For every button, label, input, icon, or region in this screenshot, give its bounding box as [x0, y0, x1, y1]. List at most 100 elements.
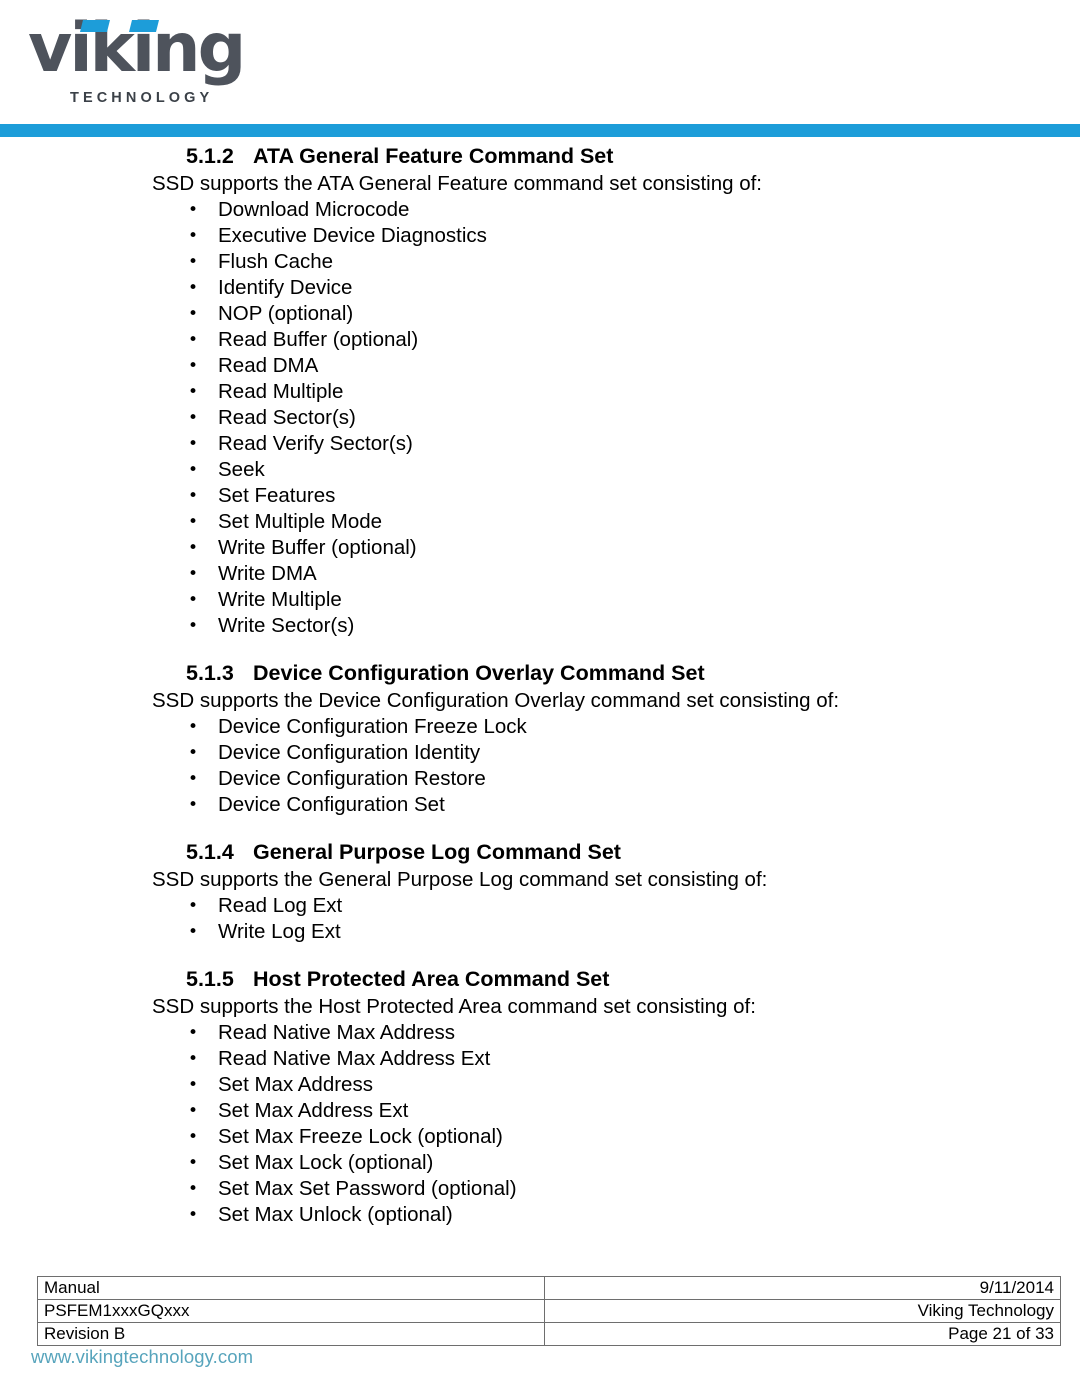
- bullet-icon: •: [188, 590, 199, 610]
- section-5.1.5: 5.1.5 Host Protected Area Command Set SSD …: [0, 945, 1080, 1228]
- command-list: • Device Configuration Freeze Lock • Device…: [0, 714, 1080, 818]
- list-item: • Set Max Set Password (optional): [0, 1176, 1080, 1202]
- bullet-icon: •: [188, 1179, 199, 1199]
- list-item: • Set Max Freeze Lock (optional): [0, 1124, 1080, 1150]
- bullet-icon: •: [188, 795, 199, 815]
- footer-table: Manual 9/11/2014 PSFEM1xxxGQxxx Viking Tech…: [37, 1276, 1061, 1346]
- list-item: • Write DMA: [0, 561, 1080, 587]
- list-item: • Set Max Unlock (optional): [0, 1202, 1080, 1228]
- header-accent-bar: [0, 124, 1080, 137]
- list-item: • Device Configuration Freeze Lock: [0, 714, 1080, 740]
- list-item: • Set Max Lock (optional): [0, 1150, 1080, 1176]
- list-item-label: Read Native Max Address: [218, 1021, 456, 1044]
- list-item-label: Device Configuration Set: [218, 793, 445, 816]
- bullet-icon: •: [188, 512, 199, 532]
- bullet-icon: •: [188, 1101, 199, 1121]
- section-5.1.2: 5.1.2 ATA General Feature Command Set SSD …: [0, 141, 1080, 639]
- bullet-icon: •: [188, 743, 199, 763]
- command-list: • Read Log Ext • Write Log Ext: [0, 893, 1080, 945]
- list-item-label: Set Max Lock (optional): [218, 1151, 434, 1174]
- logo-tagline: TECHNOLOGY: [70, 90, 214, 106]
- list-item-label: Write Buffer (optional): [218, 536, 417, 559]
- logo-accent-flag-k-icon: [129, 20, 159, 32]
- document-body: 5.1.2 ATA General Feature Command Set SSD …: [0, 141, 1080, 1228]
- list-item: • Set Max Address: [0, 1072, 1080, 1098]
- list-item: • Device Configuration Identity: [0, 740, 1080, 766]
- list-item-label: Set Max Freeze Lock (optional): [218, 1125, 503, 1148]
- list-item: • Write Multiple: [0, 587, 1080, 613]
- section-heading: 5.1.3 Device Configuration Overlay Comman…: [0, 658, 1080, 688]
- footer-cell-right: Page 21 of 33: [544, 1322, 1061, 1346]
- footer-row: Manual 9/11/2014: [37, 1276, 1061, 1300]
- section-intro-text: SSD supports the Device Configuration Ov…: [152, 689, 840, 712]
- list-item: • Read Native Max Address: [0, 1020, 1080, 1046]
- list-item-label: Download Microcode: [218, 198, 410, 221]
- list-item-label: Set Max Set Password (optional): [218, 1177, 517, 1200]
- section-intro-text: SSD supports the Host Protected Area com…: [152, 995, 756, 1018]
- bullet-icon: •: [188, 252, 199, 272]
- footer-row: PSFEM1xxxGQxxx Viking Technology: [37, 1299, 1061, 1323]
- bullet-icon: •: [188, 408, 199, 428]
- list-item: • Set Multiple Mode: [0, 509, 1080, 535]
- bullet-icon: •: [188, 564, 199, 584]
- bullet-icon: •: [188, 304, 199, 324]
- footer-cell-right: Viking Technology: [544, 1299, 1061, 1323]
- list-item: • Read Log Ext: [0, 893, 1080, 919]
- command-list: • Download Microcode • Executive Device Dia…: [0, 197, 1080, 639]
- bullet-icon: •: [188, 1075, 199, 1095]
- footer-table-body: Manual 9/11/2014 PSFEM1xxxGQxxx Viking Tech…: [37, 1276, 1061, 1346]
- list-item-label: Seek: [218, 458, 265, 481]
- list-item-label: Set Max Address Ext: [218, 1099, 409, 1122]
- bullet-icon: •: [188, 434, 199, 454]
- list-item-label: Read Sector(s): [218, 406, 356, 429]
- list-item-label: Set Features: [218, 484, 336, 507]
- bullet-icon: •: [188, 616, 199, 636]
- section-number: 5.1.2: [186, 144, 234, 168]
- document-page: viking TECHNOLOGY 5.1.2 ATA General Featu…: [0, 0, 1080, 1397]
- list-item-label: Identify Device: [218, 276, 353, 299]
- bullet-icon: •: [188, 1127, 199, 1147]
- list-item-label: Device Configuration Freeze Lock: [218, 715, 527, 738]
- bullet-icon: •: [188, 922, 199, 942]
- section-5.1.4: 5.1.4 General Purpose Log Command Set SSD …: [0, 818, 1080, 945]
- section-number: 5.1.3: [186, 661, 234, 685]
- bullet-icon: •: [188, 1049, 199, 1069]
- command-list: • Read Native Max Address • Read Native Max…: [0, 1020, 1080, 1228]
- list-item-label: Read Native Max Address Ext: [218, 1047, 491, 1070]
- bullet-icon: •: [188, 896, 199, 916]
- footer-cell-left: Revision B: [37, 1322, 545, 1346]
- bullet-icon: •: [188, 226, 199, 246]
- bullet-icon: •: [188, 769, 199, 789]
- list-item-label: Flush Cache: [218, 250, 334, 273]
- list-item: • Read DMA: [0, 353, 1080, 379]
- section-intro-text: SSD supports the ATA General Feature com…: [152, 172, 762, 195]
- list-item-label: Write Multiple: [218, 588, 342, 611]
- list-item-label: Set Max Address: [218, 1073, 373, 1096]
- list-item: • Identify Device: [0, 275, 1080, 301]
- page-footer: Manual 9/11/2014 PSFEM1xxxGQxxx Viking Tech…: [37, 1276, 1061, 1346]
- footer-cell-right: 9/11/2014: [544, 1276, 1061, 1300]
- list-item-label: Write DMA: [218, 562, 317, 585]
- list-item: • Set Features: [0, 483, 1080, 509]
- list-item: • NOP (optional): [0, 301, 1080, 327]
- section-title: General Purpose Log Command Set: [253, 840, 621, 864]
- bullet-icon: •: [188, 382, 199, 402]
- list-item-label: Device Configuration Identity: [218, 741, 481, 764]
- footer-cell-left: PSFEM1xxxGQxxx: [37, 1299, 545, 1323]
- list-item: • Seek: [0, 457, 1080, 483]
- list-item-label: Read Buffer (optional): [218, 328, 419, 351]
- list-item: • Read Sector(s): [0, 405, 1080, 431]
- list-item: • Write Sector(s): [0, 613, 1080, 639]
- list-item: • Device Configuration Restore: [0, 766, 1080, 792]
- list-item: • Flush Cache: [0, 249, 1080, 275]
- section-title: Host Protected Area Command Set: [253, 967, 610, 991]
- bullet-icon: •: [188, 1023, 199, 1043]
- list-item: • Download Microcode: [0, 197, 1080, 223]
- section-5.1.3: 5.1.3 Device Configuration Overlay Comman…: [0, 639, 1080, 818]
- website-url[interactable]: www.vikingtechnology.com: [31, 1346, 253, 1368]
- bullet-icon: •: [188, 460, 199, 480]
- section-intro-text: SSD supports the General Purpose Log com…: [152, 868, 768, 891]
- section-title: Device Configuration Overlay Command Set: [253, 661, 705, 685]
